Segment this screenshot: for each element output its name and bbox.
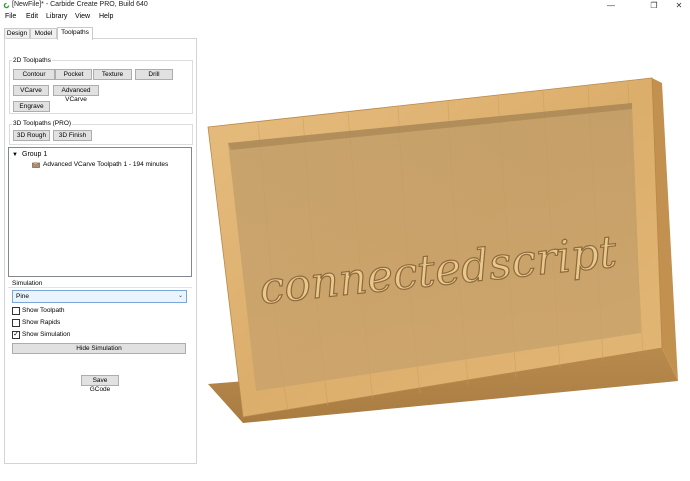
texture-button[interactable]: Texture <box>93 69 132 80</box>
wood-board-render: connectedscript <box>207 77 678 423</box>
material-select[interactable]: Pine ⌄ <box>12 290 187 303</box>
show-rapids-label: Show Rapids <box>22 319 61 326</box>
3d-view-canvas[interactable]: connectedscript <box>198 23 690 481</box>
engrave-button[interactable]: Engrave <box>13 101 50 112</box>
group-3d-title: 3D Toolpaths (PRO) <box>12 120 73 127</box>
group-2d-title: 2D Toolpaths <box>12 57 52 64</box>
minimize-button[interactable]: — <box>600 0 622 12</box>
show-rapids-checkbox[interactable] <box>12 319 20 327</box>
hide-simulation-button[interactable]: Hide Simulation <box>12 343 186 354</box>
toolpath-tree[interactable]: ▼ Group 1 Advanced VCarve Toolpath 1 - 1… <box>8 147 192 277</box>
pocket-button[interactable]: Pocket <box>55 69 92 80</box>
title-bar: [NewFile]* - Carbide Create PRO, Build 6… <box>0 0 690 12</box>
tab-toolpaths[interactable]: Toolpaths <box>57 27 93 40</box>
tree-item-toolpath[interactable]: Advanced VCarve Toolpath 1 - 194 minutes <box>43 161 168 168</box>
carbide-create-icon <box>3 2 10 9</box>
advanced-vcarve-button[interactable]: Advanced VCarve <box>53 85 99 103</box>
3d-finish-button[interactable]: 3D Finish <box>53 130 92 141</box>
divider <box>8 287 192 288</box>
save-gcode-button[interactable]: Save GCode <box>81 375 119 393</box>
close-button[interactable]: ✕ <box>668 0 690 12</box>
menu-library[interactable]: Library <box>46 13 67 20</box>
material-value: Pine <box>16 293 30 300</box>
drill-button[interactable]: Drill <box>135 69 173 80</box>
window-title: [NewFile]* - Carbide Create PRO, Build 6… <box>12 1 148 8</box>
menu-file[interactable]: File <box>5 13 16 20</box>
toolpath-icon <box>32 162 40 168</box>
show-toolpath-checkbox[interactable] <box>12 307 20 315</box>
show-simulation-label: Show Simulation <box>22 331 71 338</box>
show-toolpath-label: Show Toolpath <box>22 307 65 314</box>
simulation-title: Simulation <box>12 280 43 287</box>
show-simulation-checkbox[interactable]: ✓ <box>12 331 20 339</box>
vcarve-button[interactable]: VCarve <box>13 85 49 96</box>
menu-view[interactable]: View <box>75 13 90 20</box>
chevron-down-icon[interactable]: ▼ <box>12 152 18 158</box>
contour-button[interactable]: Contour <box>13 69 55 80</box>
menu-bar: File Edit Library View Help <box>0 12 690 23</box>
menu-edit[interactable]: Edit <box>26 13 38 20</box>
menu-help[interactable]: Help <box>99 13 113 20</box>
maximize-button[interactable]: ❐ <box>643 0 665 12</box>
chevron-down-icon: ⌄ <box>177 293 183 299</box>
tree-group-label[interactable]: Group 1 <box>22 151 47 158</box>
3d-rough-button[interactable]: 3D Rough <box>13 130 50 141</box>
